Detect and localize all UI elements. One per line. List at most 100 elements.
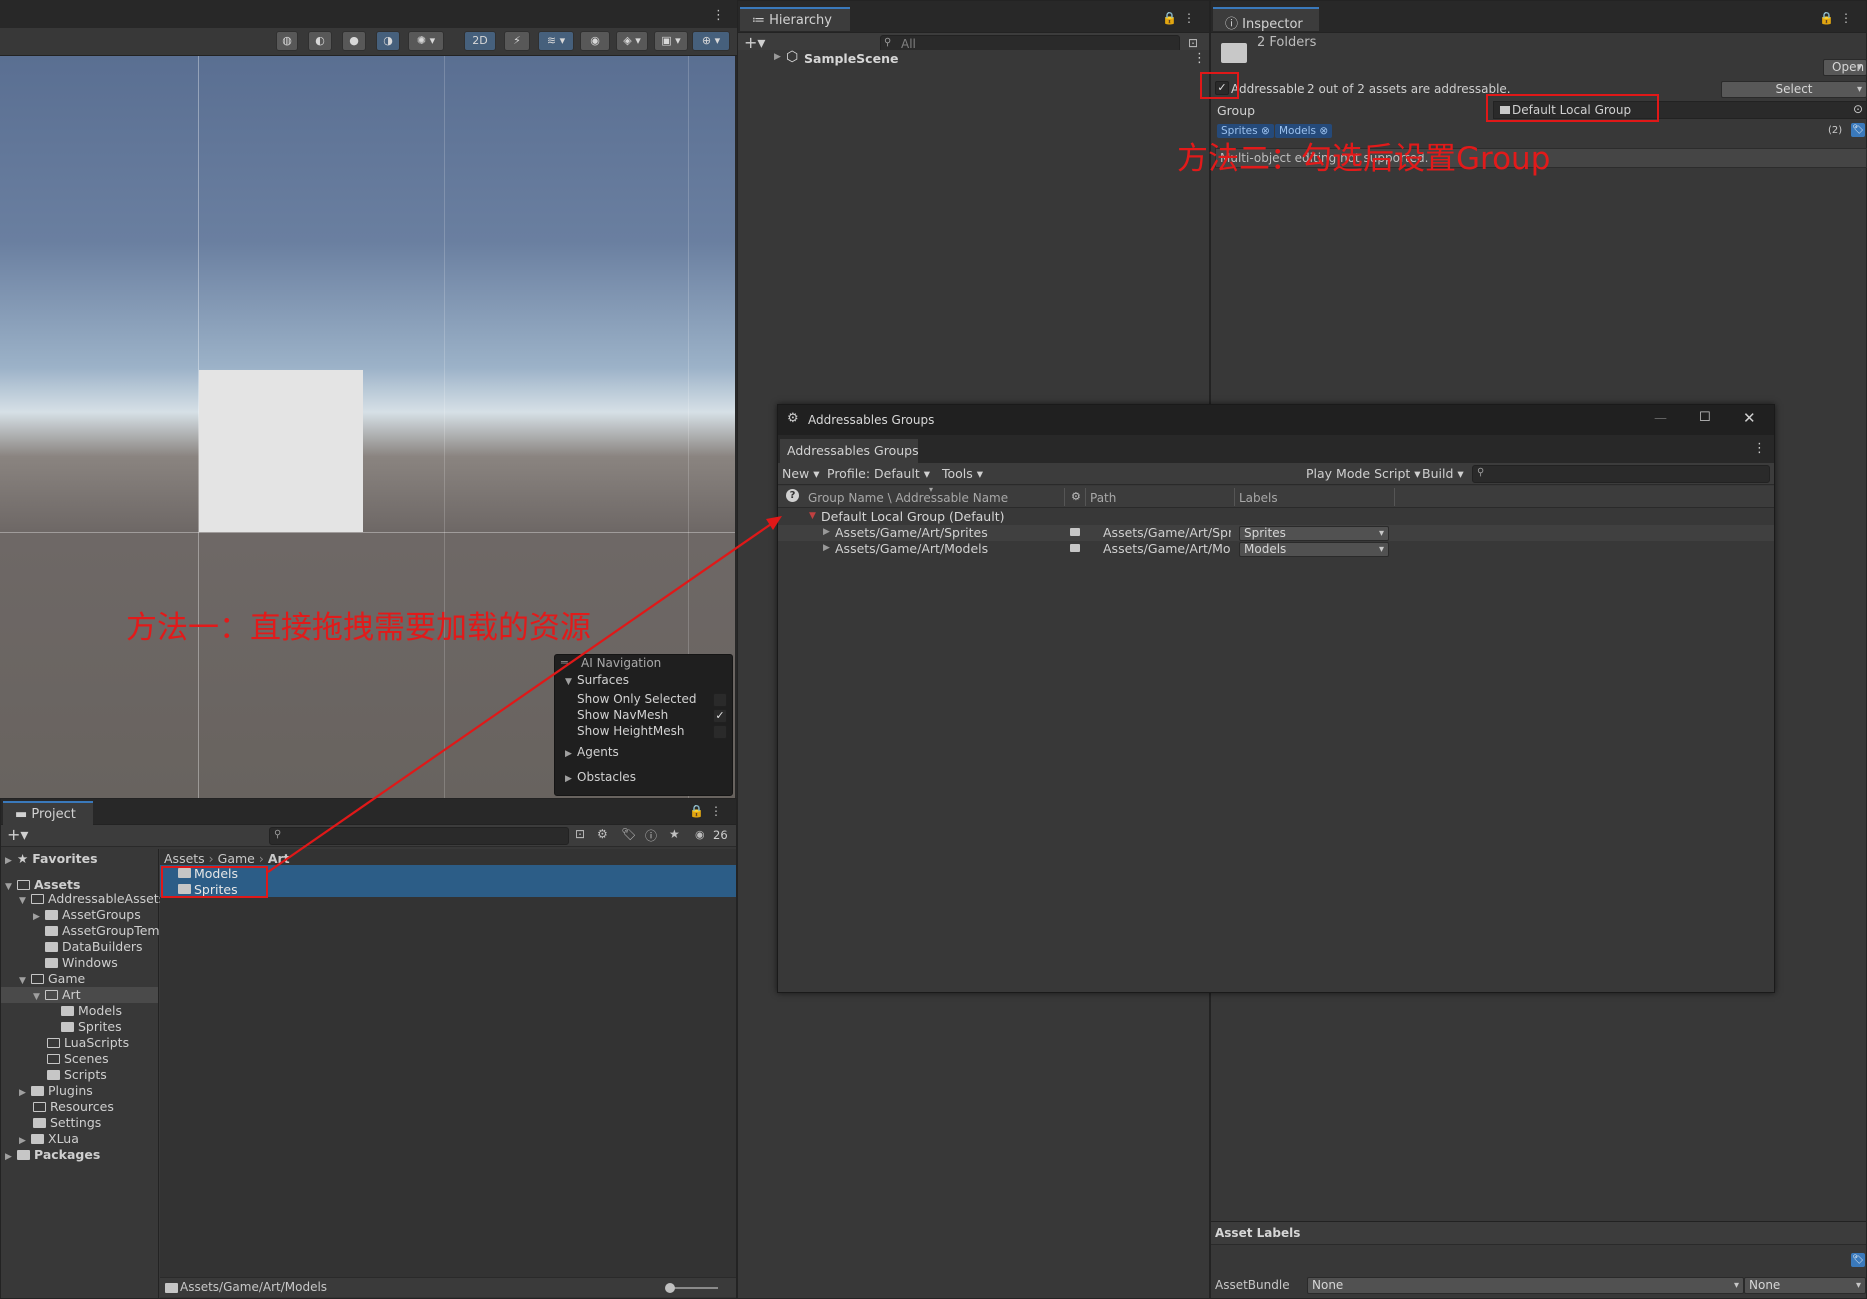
- column-path[interactable]: Path: [1090, 491, 1116, 505]
- play-mode-script-menu[interactable]: Play Mode Script ▾: [1306, 466, 1421, 481]
- table-row[interactable]: ▶ Assets/Game/Art/Sprites Assets/Game/Ar…: [778, 525, 1774, 541]
- addressables-search-input[interactable]: [1472, 465, 1770, 483]
- tree-scripts[interactable]: Scripts: [47, 1067, 107, 1083]
- entry-label-dropdown[interactable]: Sprites: [1239, 526, 1389, 541]
- scene-menu-icon[interactable]: ⋮: [1193, 51, 1206, 66]
- column-labels[interactable]: Labels: [1239, 491, 1278, 505]
- debug-icon[interactable]: ✺ ▾: [408, 31, 444, 51]
- tree-lua-scripts[interactable]: LuaScripts: [47, 1035, 129, 1051]
- tree-art[interactable]: ▼ Art: [1, 987, 158, 1003]
- layers-icon[interactable]: ≋ ▾: [538, 31, 574, 51]
- filter-log-icon[interactable]: ⓘ: [645, 827, 657, 844]
- obstacles-toggle[interactable]: ▶ Obstacles: [565, 770, 636, 784]
- tools-menu[interactable]: Tools ▾: [942, 466, 983, 481]
- tree-packages[interactable]: ▶ Packages: [5, 1147, 100, 1163]
- close-icon[interactable]: ✕: [1743, 409, 1756, 427]
- white-cube[interactable]: [199, 370, 363, 532]
- tree-models[interactable]: Models: [61, 1003, 122, 1019]
- scene-expand-arrow[interactable]: ▶: [774, 52, 781, 62]
- group-row[interactable]: ▼ Default Local Group (Default): [778, 509, 1774, 525]
- surfaces-toggle[interactable]: ▼ Surfaces: [565, 673, 629, 687]
- tree-resources[interactable]: Resources: [33, 1099, 114, 1115]
- breadcrumb-assets[interactable]: Assets: [164, 851, 205, 866]
- tab-inspector[interactable]: ⓘ Inspector: [1213, 7, 1319, 32]
- column-divider[interactable]: [1085, 488, 1086, 506]
- tree-addressable-assets[interactable]: ▼ AddressableAssets: [19, 891, 165, 907]
- tree-data-builders[interactable]: DataBuilders: [45, 939, 143, 955]
- search-by-type-icon[interactable]: ⊡: [575, 827, 585, 841]
- overlay-handle-icon[interactable]: ═: [561, 656, 568, 669]
- agents-toggle[interactable]: ▶ Agents: [565, 745, 619, 759]
- profile-menu[interactable]: Profile: Default ▾: [827, 466, 930, 481]
- tree-label: Scenes: [64, 1051, 109, 1066]
- window-titlebar[interactable]: ⚙ Addressables Groups — ☐ ✕: [778, 405, 1774, 435]
- label-tag-icon[interactable]: 🏷: [1851, 123, 1865, 137]
- overlay-icon[interactable]: ◈ ▾: [616, 31, 648, 51]
- tree-plugins[interactable]: ▶ Plugins: [19, 1083, 93, 1099]
- tree-asset-groups[interactable]: ▶ AssetGroups: [33, 907, 141, 923]
- tree-settings[interactable]: Settings: [33, 1115, 101, 1131]
- entry-label-dropdown[interactable]: Models: [1239, 542, 1389, 557]
- build-menu[interactable]: Build ▾: [1422, 466, 1464, 481]
- label-count: (2): [1828, 125, 1843, 136]
- lock-icon[interactable]: 🔒⋮: [689, 804, 728, 818]
- tree-label: Models: [78, 1003, 123, 1018]
- tree-asset-group-templates[interactable]: AssetGroupTem: [45, 923, 160, 939]
- new-menu[interactable]: New ▾: [782, 466, 820, 481]
- add-button[interactable]: +▾: [7, 826, 28, 844]
- lighting-icon[interactable]: ⚡: [504, 31, 530, 51]
- window-menu-icon[interactable]: ⋮: [1753, 441, 1766, 456]
- gizmos-icon[interactable]: ⊕ ▾: [692, 31, 730, 51]
- tree-favorites[interactable]: ▶ ★ Favorites: [5, 851, 98, 867]
- column-divider[interactable]: [1064, 488, 1065, 506]
- select-button[interactable]: Select: [1721, 81, 1867, 98]
- breadcrumb-art[interactable]: Art: [268, 851, 290, 866]
- entry-expand-arrow[interactable]: ▶: [823, 527, 830, 537]
- column-divider[interactable]: [1234, 488, 1235, 506]
- shaded-sphere-icon[interactable]: ●: [342, 31, 366, 51]
- favorite-star-icon[interactable]: ★: [669, 827, 680, 841]
- maximize-icon[interactable]: ☐: [1699, 410, 1711, 425]
- tree-sprites[interactable]: Sprites: [61, 1019, 122, 1035]
- tree-windows[interactable]: Windows: [45, 955, 118, 971]
- global-icon[interactable]: ◍: [276, 31, 298, 51]
- tree-game[interactable]: ▼ Game: [19, 971, 85, 987]
- help-icon[interactable]: ?: [786, 489, 799, 502]
- scene-menu-icon[interactable]: ⋮: [712, 8, 725, 23]
- scene-row[interactable]: ▶ ⬡ SampleScene ⋮: [738, 49, 1209, 68]
- table-row[interactable]: ▶ Assets/Game/Art/Models Assets/Game/Art…: [778, 541, 1774, 557]
- project-search-input[interactable]: [269, 827, 569, 845]
- column-divider[interactable]: [1394, 488, 1395, 506]
- lock-icon[interactable]: 🔒⋮: [1819, 11, 1858, 25]
- tree-scenes[interactable]: Scenes: [47, 1051, 109, 1067]
- group-expand-arrow[interactable]: ▼: [809, 511, 816, 521]
- ai-navigation-overlay[interactable]: ═ AI Navigation ▼ Surfaces Show Only Sele…: [554, 654, 733, 796]
- tab-addressables-groups[interactable]: Addressables Groups: [780, 439, 919, 463]
- minimize-icon[interactable]: —: [1654, 411, 1667, 426]
- show-navmesh-checkbox[interactable]: ✓: [713, 709, 727, 723]
- lit-sphere-icon[interactable]: ◑: [376, 31, 400, 51]
- show-heightmesh-checkbox[interactable]: [713, 725, 727, 739]
- hidden-count-icon[interactable]: ◉: [695, 828, 705, 841]
- tab-project[interactable]: ▬ Project: [3, 801, 93, 825]
- tree-xlua[interactable]: ▶ XLua: [19, 1131, 79, 1147]
- object-picker-icon[interactable]: ⊙: [1853, 102, 1863, 116]
- mode-2d-button[interactable]: 2D: [464, 31, 496, 51]
- scene-filter-icon[interactable]: ⊡: [1188, 36, 1198, 50]
- assetbundle-dropdown[interactable]: None: [1307, 1277, 1744, 1294]
- shading-icon[interactable]: ◐: [308, 31, 332, 51]
- show-only-selected-checkbox[interactable]: [713, 693, 727, 707]
- open-button[interactable]: Open: [1823, 59, 1867, 76]
- column-name[interactable]: Group Name \ Addressable Name: [808, 491, 1008, 505]
- filter-label-icon[interactable]: 🏷: [621, 827, 636, 841]
- tab-hierarchy[interactable]: ≔ Hierarchy: [740, 7, 850, 31]
- zoom-slider-handle[interactable]: [665, 1283, 675, 1293]
- asset-labels-tag-icon[interactable]: 🏷: [1851, 1253, 1865, 1267]
- camera-icon[interactable]: ▣ ▾: [654, 31, 688, 51]
- entry-expand-arrow[interactable]: ▶: [823, 543, 830, 553]
- lock-icon[interactable]: 🔒⋮: [1162, 11, 1201, 25]
- breadcrumb-game[interactable]: Game: [218, 851, 255, 866]
- assetbundle-variant-dropdown[interactable]: None: [1744, 1277, 1866, 1294]
- filter-type-icon[interactable]: ⚙: [597, 827, 608, 841]
- visibility-icon[interactable]: ◉: [580, 31, 610, 51]
